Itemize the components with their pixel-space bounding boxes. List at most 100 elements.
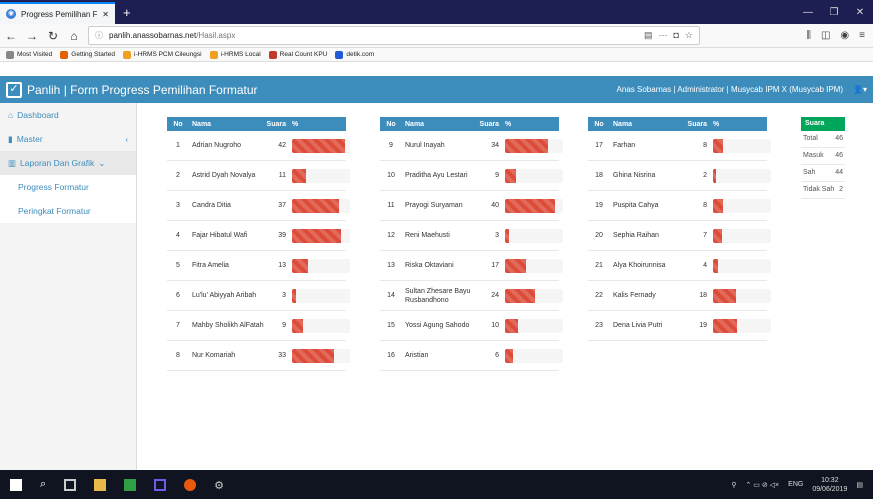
progress-fill: [713, 138, 724, 153]
bookmark-favicon-icon: [268, 50, 277, 59]
visual-studio-icon[interactable]: [154, 478, 167, 491]
candidate-number: 2: [176, 172, 180, 179]
candidate-number: 19: [595, 202, 603, 209]
summary-label: Sah: [803, 169, 816, 176]
candidate-name: Dena Livia Putri: [613, 322, 663, 329]
sidebar-item-master[interactable]: ▮ Master ‹: [0, 127, 136, 151]
home-icon: ⌂: [8, 110, 14, 120]
progress-bar: [292, 168, 350, 183]
column-header-nama: Nama: [192, 120, 212, 128]
sidebar-toggle-icon[interactable]: ◫: [821, 30, 830, 41]
app-icon[interactable]: [124, 478, 137, 491]
tray-icons[interactable]: ⌃ ▭ ⊘ ◁×: [746, 481, 780, 489]
main-content: Suara Total 46 Masuk 46 Sah 44 Tidak Sah 2 No Nam…: [137, 103, 873, 470]
progress-bar: [505, 228, 563, 243]
home-icon[interactable]: ⌂: [67, 29, 81, 43]
tool-icon[interactable]: ⚙: [214, 479, 226, 492]
progress-fill: [713, 288, 736, 303]
clock[interactable]: 10:32 09/06/2019: [812, 476, 847, 494]
candidate-number: 15: [387, 322, 395, 329]
language-indicator[interactable]: ENG: [788, 481, 803, 488]
progress-bar: [713, 168, 771, 183]
bookmark-favicon-icon: [123, 50, 132, 59]
sidebar-item-dashboard[interactable]: ⌂ Dashboard: [0, 103, 136, 127]
table-row: 1 Adrian Nugroho 42: [167, 131, 350, 161]
restore-icon[interactable]: ❐: [821, 7, 847, 18]
tab-title: Progress Pemilihan Formatur: [21, 9, 98, 19]
candidate-number: 20: [595, 232, 603, 239]
progress-bar: [505, 318, 563, 333]
candidate-name: Prayogi Suryaman: [405, 202, 463, 209]
new-tab-button[interactable]: +: [115, 2, 139, 24]
progress-fill: [292, 168, 306, 183]
sidebar-item-progress-formatur[interactable]: Progress Formatur: [0, 175, 136, 199]
bookmark-item[interactable]: Real Count KPU: [268, 50, 327, 59]
bookmark-item[interactable]: Most Visited: [6, 50, 52, 59]
library-icon[interactable]: ⫼: [806, 30, 811, 41]
column-header-suara: Suara: [479, 120, 499, 128]
browser-tab[interactable]: ◉ Progress Pemilihan Formatur ✕: [0, 2, 115, 24]
candidate-number: 13: [387, 262, 395, 269]
sidebar-item-peringkat-formatur[interactable]: Peringkat Formatur: [0, 199, 136, 223]
bookmark-item[interactable]: i-HRMS Local: [209, 50, 261, 59]
progress-fill: [713, 168, 716, 183]
url-bar[interactable]: ⓘ panlih.anassobarnas.net/Hasil.aspx ▤ ·…: [88, 26, 700, 45]
account-icon[interactable]: ◉: [840, 30, 849, 41]
summary-label: Total: [803, 135, 818, 142]
menu-icon[interactable]: ≡: [859, 30, 865, 41]
firefox-icon[interactable]: [184, 478, 197, 491]
file-explorer-icon[interactable]: [94, 478, 107, 491]
candidate-votes: 11: [278, 172, 286, 179]
summary-header: Suara: [801, 117, 845, 131]
page-favicon-icon: ◉: [6, 9, 16, 19]
table-header: No Nama Suara%: [380, 117, 559, 131]
column-header-no: No: [594, 120, 604, 128]
checkmark-logo-icon: ✓: [6, 81, 22, 98]
user-menu-icon[interactable]: 👤▾: [853, 85, 867, 94]
sidebar-item-laporan[interactable]: ▥ Laporan Dan Grafik ⌄: [0, 151, 136, 175]
back-icon[interactable]: ←: [4, 29, 18, 43]
progress-fill: [713, 318, 737, 333]
bookmark-item[interactable]: i-HRMS PCM Cileungsi: [123, 50, 202, 59]
page-title: Panlih | Form Progress Pemilihan Formatu…: [27, 82, 258, 97]
candidate-name: Candra Ditia: [192, 202, 231, 209]
candidate-name: Fajar Hibatul Wafi: [192, 232, 248, 239]
progress-fill: [505, 288, 536, 303]
reload-icon[interactable]: ↻: [46, 29, 60, 43]
candidate-number: 11: [387, 202, 395, 209]
close-tab-icon[interactable]: ✕: [102, 10, 109, 19]
table-header: No Nama Suara%: [588, 117, 767, 131]
progress-fill: [713, 198, 724, 213]
reader-view-icon[interactable]: ▤: [644, 30, 653, 41]
table-row: 14 Sultan Zhesare Bayu Rusbandhono 24: [380, 281, 563, 311]
forward-icon[interactable]: →: [25, 29, 39, 43]
page-actions-icon[interactable]: ···: [658, 30, 667, 41]
candidate-votes: 17: [491, 262, 499, 269]
windows-taskbar: ⌕ ⚙ ⚲ ⌃ ▭ ⊘ ◁× ENG 10:32 09/06/2019 ▤: [0, 470, 873, 499]
candidate-votes: 19: [699, 322, 707, 329]
progress-bar: [292, 288, 350, 303]
notifications-icon[interactable]: ▤: [856, 481, 863, 489]
people-icon[interactable]: ⚲: [731, 481, 736, 489]
task-view-icon[interactable]: [64, 478, 77, 491]
minimize-icon[interactable]: —: [795, 7, 821, 18]
pocket-icon[interactable]: ◘: [673, 30, 678, 41]
close-window-icon[interactable]: ✕: [847, 7, 873, 18]
table-row: 7 Mahby Sholikh AlFatah 9: [167, 311, 350, 341]
info-icon[interactable]: ⓘ: [95, 30, 103, 41]
progress-fill: [713, 258, 719, 273]
candidate-number: 5: [176, 262, 180, 269]
progress-fill: [505, 228, 509, 243]
bookmark-star-icon[interactable]: ☆: [685, 30, 693, 41]
windows-start-icon[interactable]: [10, 478, 22, 491]
summary-value: 2: [839, 186, 843, 193]
table-row: 16 Aristian 6: [380, 341, 563, 371]
bookmark-item[interactable]: Getting Started: [60, 50, 115, 59]
table-row: 22 Kalis Fernady 18: [588, 281, 771, 311]
search-icon[interactable]: ⌕: [40, 478, 46, 491]
bookmark-item[interactable]: detik.com: [335, 50, 374, 59]
progress-bar: [713, 318, 771, 333]
candidate-number: 17: [595, 142, 603, 149]
candidate-votes: 3: [282, 292, 286, 299]
candidate-number: 10: [387, 172, 395, 179]
